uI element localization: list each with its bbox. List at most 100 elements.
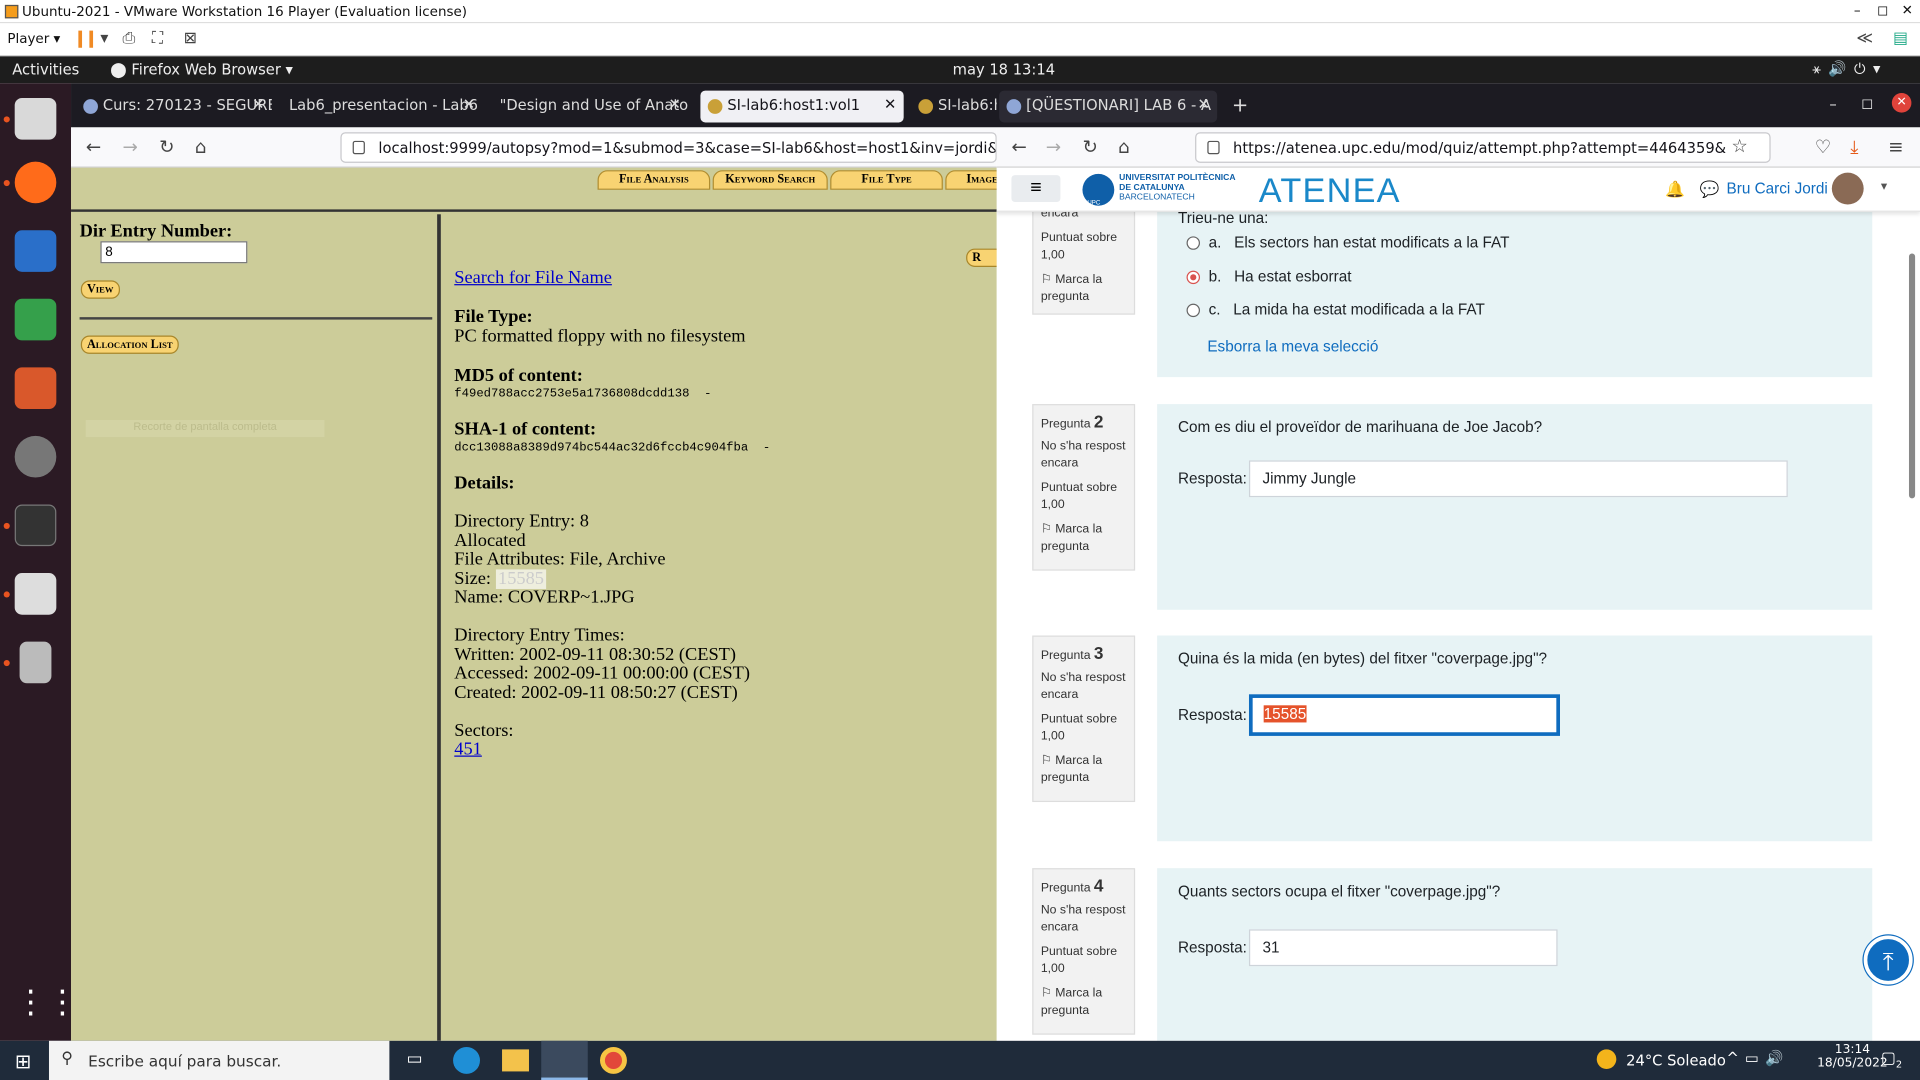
sector-link[interactable]: 451 [454,740,482,761]
close-tab-icon[interactable]: ✕ [1197,96,1209,113]
menu-icon[interactable]: ≡ [1888,136,1903,158]
tab-design-anatomy[interactable]: "Design and Use of Anatom ✕ [487,91,689,123]
close-icon[interactable]: ✕ [1902,2,1913,18]
close-window-icon[interactable]: ✕ [1891,93,1912,113]
close-tab-icon[interactable]: ✕ [252,96,264,113]
download-icon[interactable]: ⤓ [1850,136,1858,158]
unity-icon[interactable]: ⊠ [184,29,197,47]
close-tab-icon[interactable]: ✕ [668,96,680,113]
bookmark-star-icon[interactable]: ☆ [1731,135,1747,157]
back-icon[interactable]: ← [1011,136,1026,158]
tab-autopsy-vol1[interactable]: SI-lab6:host1:vol1 ✕ [700,90,904,123]
chevron-down-icon[interactable]: ▾ [1881,180,1887,193]
chevron-down-icon[interactable]: ▾ [100,29,108,47]
taskbar-clock[interactable]: 13:14 18/05/2022 [1817,1043,1888,1070]
app-menu[interactable]: ⬤ Firefox Web Browser ▾ [110,61,293,78]
report-button[interactable]: R [966,248,997,267]
dir-entry-input[interactable]: 8 [100,241,248,264]
q4-answer-input[interactable]: 31 [1248,929,1558,967]
q1-option-b[interactable]: b. Ha estat esborrat [1209,268,1352,285]
player-menu[interactable]: Player ▾ [7,31,60,47]
clear-selection-link[interactable]: Esborra la meva selecció [1207,338,1378,355]
avatar[interactable] [1831,172,1864,205]
url-bar-left[interactable]: localhost:9999/autopsy?mod=1&submod=3&ca… [340,132,997,163]
pocket-icon[interactable]: ♡ [1815,136,1831,158]
tray-icons[interactable]: ^▭🔊 [1727,1049,1790,1066]
pause-icon[interactable] [78,30,94,48]
q1-radio-b-selected[interactable] [1186,270,1200,285]
q1-radio-c[interactable] [1186,303,1200,318]
q3-answer-input[interactable]: 15585 [1248,694,1560,736]
chrome-icon[interactable] [600,1046,627,1074]
reload-icon[interactable]: ↻ [1082,136,1097,158]
collapse-icon[interactable]: ≪ [1856,29,1873,47]
q2-answer-input[interactable]: Jimmy Jungle [1248,460,1788,498]
search-tool-icon[interactable] [14,573,57,615]
clock[interactable]: may 18 13:14 [953,61,1055,78]
allocation-list-button[interactable]: Allocation List [80,335,179,354]
scrollbar[interactable] [1908,253,1916,499]
edge-icon[interactable] [453,1046,480,1074]
size-value[interactable]: 15585 [495,569,547,589]
q1-info: encara Puntuat sobre 1,00 ⚐ Marca la pre… [1032,197,1136,315]
notifications-icon[interactable]: ▢2 [1881,1049,1902,1069]
view-button[interactable]: View [80,280,120,299]
maximize-icon[interactable]: ◻ [1861,94,1873,111]
q1-option-a[interactable]: a. Els sectors han estat modificats a la… [1209,234,1510,251]
send-keys-icon[interactable]: ⎙ [122,29,135,47]
q1-flag[interactable]: ⚐ Marca la pregunta [1041,272,1127,306]
tab-lab6-presentacion[interactable]: Lab6_presentacion - Lab6 ✕ [277,91,483,123]
calc-icon[interactable] [14,298,57,341]
files-icon[interactable] [14,97,57,140]
notes-icon[interactable]: ▤ [1893,29,1908,47]
home-icon[interactable]: ⌂ [1118,136,1130,158]
tab-curs[interactable]: Curs: 270123 - SEGURE ✕ [76,91,272,123]
atenea-logo[interactable]: ATENEA [1259,171,1401,210]
tab-keyword-search[interactable]: Keyword Search [712,170,828,190]
q2-flag[interactable]: ⚐ Marca la pregunta [1041,522,1127,556]
terminal-icon[interactable] [14,504,57,547]
back-icon[interactable]: ← [86,136,101,158]
q3-flag[interactable]: ⚐ Marca la pregunta [1041,753,1127,787]
minimize-icon[interactable]: – [1829,96,1836,113]
maximize-icon[interactable]: ◻ [1877,2,1888,18]
app-grid-icon[interactable]: ⋮⋮ [15,984,79,1026]
task-view-icon[interactable]: ▭ [407,1049,423,1069]
system-tray-icons[interactable]: ⚹🔊⏻▾ [1812,60,1888,78]
firefox-icon[interactable] [14,161,57,204]
taskbar-search[interactable]: ⚲ Escribe aquí para buscar. [48,1040,390,1080]
close-tab-icon[interactable]: ✕ [463,96,475,113]
windows-start-icon[interactable]: ⊞ [15,1049,31,1072]
accessibility-icon[interactable]: ⤒ [1863,935,1913,985]
user-name[interactable]: Bru Carci Jordi [1727,180,1828,197]
minimize-icon[interactable]: – [1854,2,1861,18]
tab-autopsy-h[interactable]: SI-lab6:h [911,91,997,123]
weather-text[interactable]: 24°C Soleado [1626,1052,1726,1069]
tab-file-type[interactable]: File Type [830,170,943,190]
tab-file-analysis[interactable]: File Analysis [597,170,711,190]
impress-icon[interactable] [14,367,57,409]
settings-icon[interactable] [14,435,57,478]
vmware-taskbar-icon[interactable] [541,1040,588,1080]
chat-icon[interactable]: 💬 [1700,180,1720,200]
writer-icon[interactable] [14,230,57,272]
tab-questionari[interactable]: [QÜESTIONARI] LAB 6 - A ✕ [999,90,1218,123]
q1-option-c[interactable]: c. La mida ha estat modificada a la FAT [1209,301,1485,318]
q1-radio-a[interactable] [1186,236,1200,250]
activities-button[interactable]: Activities [12,61,79,78]
fullscreen-icon[interactable]: ⛶ [152,29,163,47]
q4-flag[interactable]: ⚐ Marca la pregunta [1041,986,1127,1020]
forward-icon[interactable]: → [1046,136,1061,158]
url-bar-right[interactable]: https://atenea.upc.edu/mod/quiz/attempt.… [1195,132,1771,163]
bell-icon[interactable]: 🔔 [1665,180,1685,200]
search-file-name-link[interactable]: Search for File Name [454,268,612,289]
explorer-icon[interactable] [502,1049,529,1072]
new-tab-icon[interactable]: + [1232,93,1248,116]
hamburger-icon[interactable]: ≡ [1011,175,1061,203]
usb-drive-icon[interactable] [19,641,52,684]
tab-image[interactable]: Image [945,170,997,190]
reload-icon[interactable]: ↻ [159,136,174,158]
forward-icon[interactable]: → [122,136,137,158]
close-tab-icon[interactable]: ✕ [884,96,896,113]
home-icon[interactable]: ⌂ [195,136,207,158]
